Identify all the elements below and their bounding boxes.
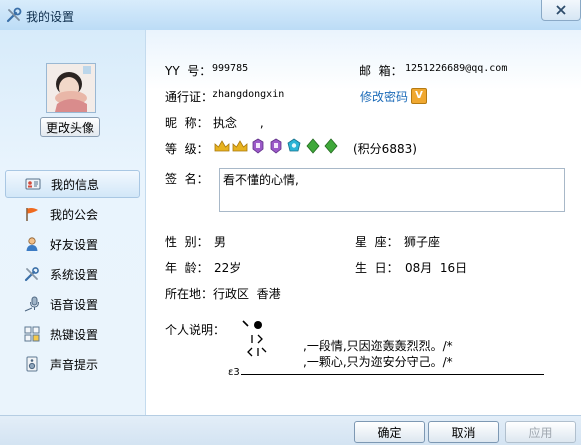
yy-label: YY 号： — [165, 64, 212, 78]
nickname-value: 执念 , — [213, 116, 264, 130]
yy-value: 999785 — [212, 63, 249, 74]
close-icon — [556, 5, 566, 15]
button-bar: 确定 取消 应用 — [0, 415, 581, 445]
bio-ascii-art — [238, 318, 274, 362]
sidebar-item-friend-settings[interactable]: 好友设置 — [0, 230, 145, 258]
close-button[interactable] — [541, 0, 581, 21]
location-label: 所在地： — [165, 287, 214, 301]
tools-icon — [24, 267, 39, 282]
gender-value: 男 — [214, 235, 227, 249]
signature-value: 看不懂的心情, — [223, 173, 299, 187]
bio-line-1: ,一段情,只因迩轰轰烈烈。/* — [303, 339, 453, 353]
signature-box[interactable]: 看不懂的心情, — [219, 168, 565, 212]
sidebar-item-sound-alerts[interactable]: 声音提示 — [0, 350, 145, 378]
purple-gem-icon — [252, 138, 264, 154]
sidebar-item-label: 好友设置 — [50, 238, 99, 252]
bio-underline — [241, 374, 544, 375]
tools-icon — [6, 7, 22, 23]
green-diamond-icon — [306, 138, 320, 154]
email-label: 邮 箱： — [359, 64, 403, 78]
microphone-icon — [24, 296, 39, 312]
level-label: 等 级： — [165, 142, 209, 156]
change-avatar-button[interactable]: 更改头像 — [40, 117, 100, 137]
green-diamond-icon — [324, 138, 338, 154]
passport-value: zhangdongxin — [212, 89, 285, 100]
sidebar: 更改头像 我的信息 我的公会 好友设置 系统设置 语音设置 热键设置 声音提示 — [0, 30, 146, 415]
speaker-icon — [26, 356, 38, 372]
sidebar-item-label: 我的信息 — [51, 178, 100, 192]
constellation-value: 狮子座 — [404, 235, 441, 249]
level-badges — [214, 138, 354, 154]
cancel-button[interactable]: 取消 — [428, 421, 499, 443]
sidebar-item-voice-settings[interactable]: 语音设置 — [0, 290, 145, 318]
flag-icon — [26, 208, 38, 221]
passport-label: 通行证： — [165, 90, 214, 104]
bio-line-2: ,一颗心,只为迩安分守己。/* — [303, 355, 453, 369]
bio-mark: ε3 — [228, 367, 240, 378]
birthday-value: 08月 16日 — [405, 261, 468, 275]
bio-label: 个人说明： — [165, 323, 226, 337]
id-card-icon — [25, 178, 41, 190]
sidebar-item-label: 我的公会 — [50, 208, 99, 222]
vip-badge: V — [411, 88, 427, 104]
apply-button[interactable]: 应用 — [505, 421, 576, 443]
nickname-label: 昵 称： — [165, 116, 209, 130]
profile-panel: YY 号： 999785 邮 箱： 1251226689@qq.com 通行证：… — [146, 30, 581, 415]
age-label: 年 龄： — [165, 261, 209, 275]
location-value: 行政区 香港 — [213, 287, 281, 301]
email-value: 1251226689@qq.com — [405, 63, 508, 74]
constellation-label: 星 座： — [355, 235, 399, 249]
sidebar-item-label: 热键设置 — [50, 328, 99, 342]
person-icon — [26, 237, 38, 251]
sidebar-item-hotkey-settings[interactable]: 热键设置 — [0, 320, 145, 348]
settings-window: 我的设置 更改头像 我的信息 我的公会 好友设置 系统设置 语音设置 热键设置 … — [0, 0, 581, 445]
crown-icon — [214, 140, 230, 152]
ok-button[interactable]: 确定 — [354, 421, 425, 443]
title-bar[interactable]: 我的设置 — [0, 0, 581, 30]
sidebar-item-my-info[interactable]: 我的信息 — [5, 170, 140, 198]
keyboard-icon — [24, 326, 40, 342]
sidebar-item-label: 声音提示 — [50, 358, 99, 372]
purple-gem-icon — [270, 138, 282, 154]
change-password-link[interactable]: 修改密码 — [360, 88, 408, 105]
window-title: 我的设置 — [26, 10, 75, 24]
avatar — [46, 63, 96, 113]
sidebar-item-label: 系统设置 — [50, 268, 99, 282]
gender-label: 性 别： — [165, 235, 209, 249]
signature-label: 签 名： — [165, 172, 209, 186]
sidebar-item-system-settings[interactable]: 系统设置 — [0, 260, 145, 288]
cyan-gem-icon — [287, 138, 301, 152]
level-points: (积分6883) — [353, 142, 417, 156]
birthday-label: 生 日： — [355, 261, 399, 275]
sidebar-item-my-guild[interactable]: 我的公会 — [0, 200, 145, 228]
sidebar-item-label: 语音设置 — [50, 298, 99, 312]
age-value: 22岁 — [214, 261, 242, 275]
crown-icon — [232, 140, 248, 152]
